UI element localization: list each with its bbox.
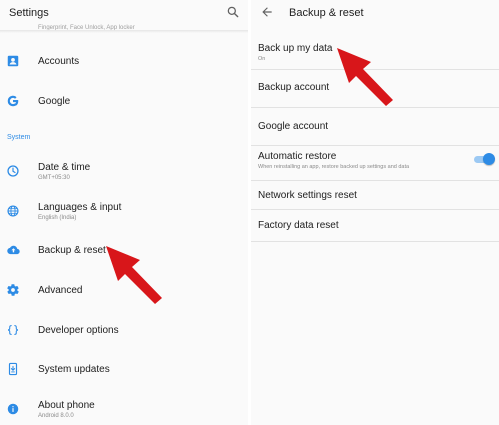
annotation-arrow [106, 246, 162, 304]
settings-item-label: Languages & input [38, 202, 122, 213]
backup-item-automatic-restore[interactable]: Automatic restore When reinstalling an a… [251, 146, 499, 181]
backup-item-label: Google account [258, 121, 329, 132]
settings-item-label: System updates [38, 364, 110, 375]
backup-item-google-account[interactable]: Google account [251, 108, 499, 146]
settings-item-google[interactable]: Google [0, 90, 248, 112]
settings-item-label: Accounts [38, 56, 80, 67]
settings-item-label: Backup & reset [38, 245, 106, 256]
annotation-arrow [337, 48, 393, 106]
backup-item-label: Backup account [258, 82, 330, 93]
backup-item-label: Network settings reset [258, 190, 357, 201]
gear-icon [7, 284, 19, 296]
backup-reset-panel: Backup & reset Back up my data On Backup… [251, 0, 499, 425]
backup-title: Backup & reset [289, 7, 364, 19]
settings-item-label: Advanced [38, 285, 83, 296]
settings-item-label: Google [38, 96, 71, 107]
settings-item-label: Date & time [38, 162, 91, 173]
code-braces-icon [8, 325, 18, 335]
backup-item-label: Factory data reset [258, 220, 339, 231]
back-arrow-icon[interactable] [260, 5, 274, 19]
info-icon [7, 403, 19, 415]
cloud-upload-icon [7, 245, 20, 255]
backup-item-label: Back up my data [258, 43, 333, 54]
settings-item-developer-options[interactable]: Developer options [0, 319, 248, 341]
settings-app-bar: Settings [0, 0, 248, 27]
search-icon[interactable] [226, 5, 240, 19]
settings-item-subtitle: GMT+05:30 [38, 175, 70, 181]
settings-item-languages[interactable]: Languages & input English (India) [0, 198, 248, 226]
backup-item-subtitle: When reinstalling an app, restore backed… [258, 164, 410, 170]
globe-icon [7, 205, 19, 217]
settings-item-subtitle: English (India) [38, 215, 77, 221]
settings-item-subtitle: Android 8.0.0 [38, 413, 74, 419]
backup-item-subtitle: On [258, 56, 266, 62]
settings-title: Settings [9, 7, 49, 19]
settings-item-label: Developer options [38, 325, 119, 336]
settings-panel: Settings Fingerprint, Face Unlock, App l… [0, 0, 248, 425]
google-icon [7, 95, 19, 107]
backup-app-bar: Backup & reset [251, 0, 499, 27]
section-header-system: System [7, 134, 31, 141]
settings-item-accounts[interactable]: Accounts [0, 50, 248, 72]
automatic-restore-toggle[interactable] [473, 153, 495, 165]
settings-item-about-phone[interactable]: About phone Android 8.0.0 [0, 396, 248, 424]
clock-icon [7, 165, 19, 177]
app-bar-shadow [0, 30, 248, 33]
phone-update-icon [8, 362, 18, 376]
account-box-icon [7, 55, 19, 67]
backup-item-label: Automatic restore [258, 151, 337, 162]
settings-item-date-time[interactable]: Date & time GMT+05:30 [0, 158, 248, 186]
toggle-thumb [483, 153, 495, 165]
backup-item-factory-data-reset[interactable]: Factory data reset [251, 210, 499, 242]
settings-item-label: About phone [38, 400, 95, 411]
backup-item-network-settings-reset[interactable]: Network settings reset [251, 181, 499, 210]
settings-item-system-updates[interactable]: System updates [0, 358, 248, 380]
